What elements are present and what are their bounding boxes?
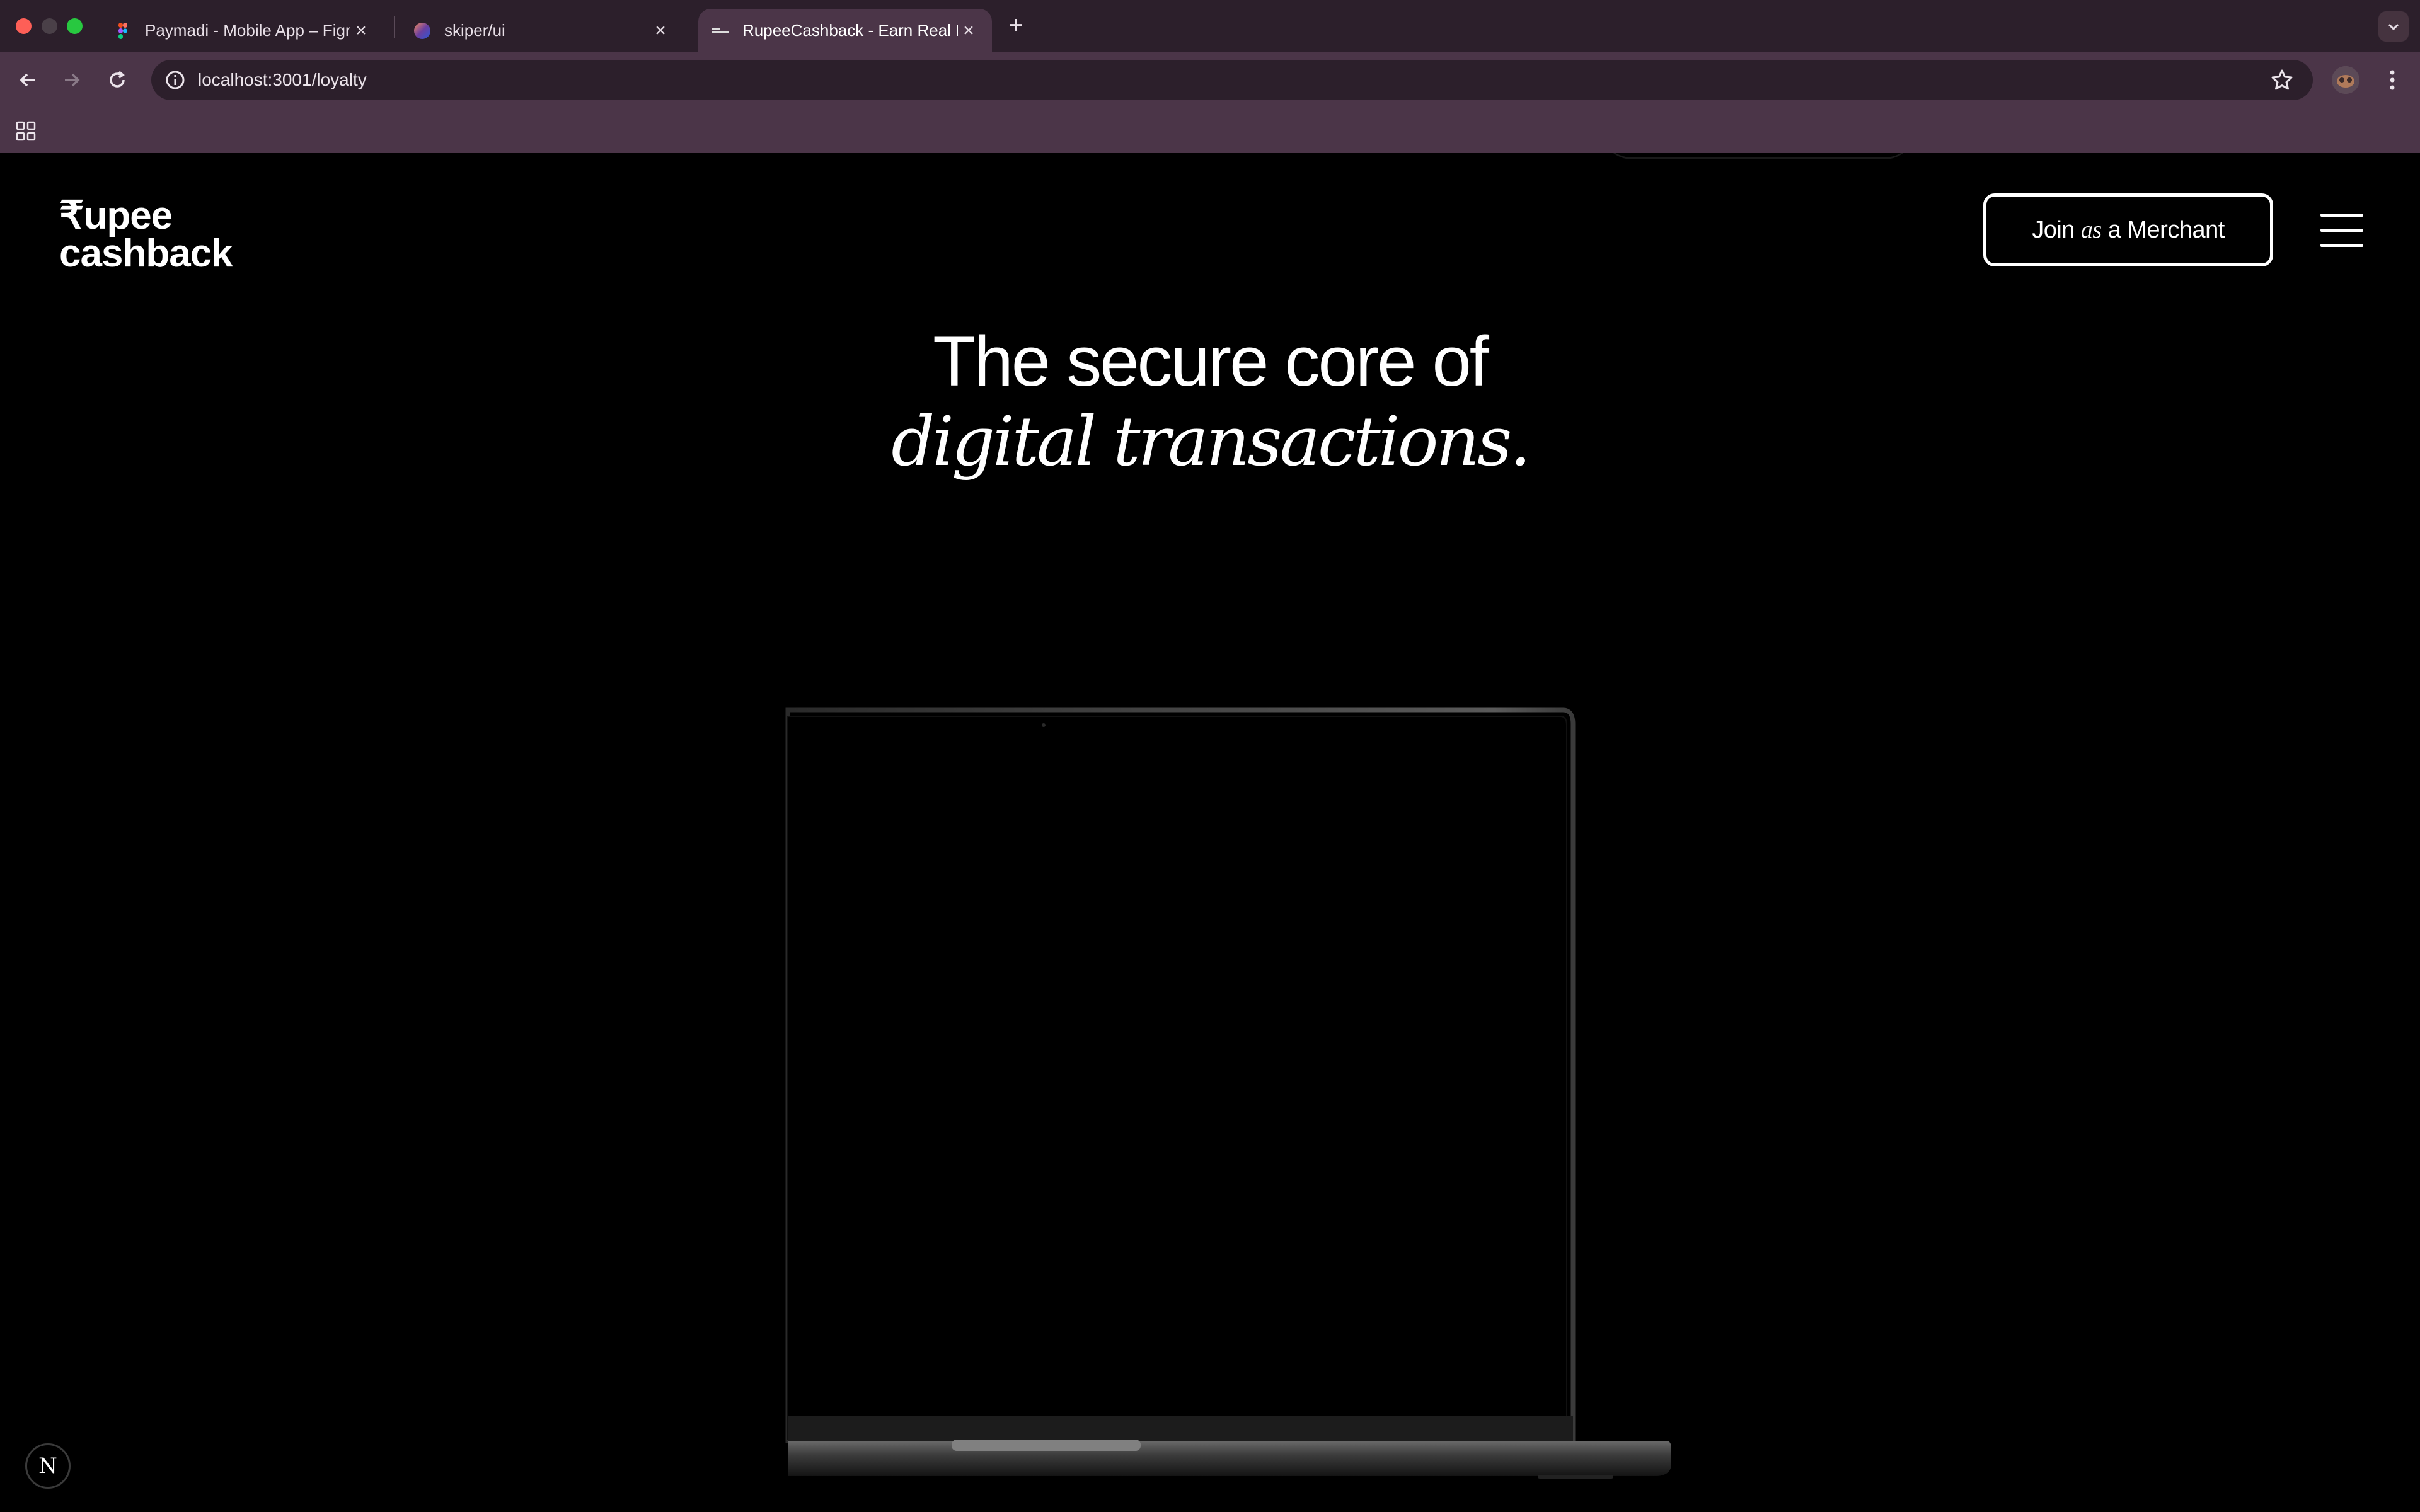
rupeecashback-logo[interactable]: ₹upee cashback	[59, 193, 261, 275]
tab-rupeecashback[interactable]: RupeeCashback - Earn Real Money ×	[698, 9, 992, 52]
profile-avatar[interactable]	[2332, 66, 2360, 94]
close-tab-icon[interactable]: ×	[350, 20, 372, 42]
more-vertical-icon	[2390, 70, 2395, 90]
browser-toolbar: localhost:3001/loyalty	[0, 52, 2420, 108]
camera-dot	[1042, 723, 1046, 727]
minimize-window-button[interactable]	[42, 18, 57, 34]
close-tab-icon[interactable]: ×	[958, 20, 979, 42]
apps-grid-icon[interactable]	[15, 120, 37, 142]
chevron-down-icon	[2388, 23, 2399, 31]
tab-search-button[interactable]	[2378, 11, 2409, 42]
back-button[interactable]	[11, 64, 44, 96]
merchant-button-post: a Merchant	[2107, 216, 2225, 243]
join-merchant-button[interactable]: Join as a Merchant	[1983, 193, 2273, 266]
tab-skiper[interactable]: skiper/ui ×	[400, 9, 684, 52]
skiper-icon	[414, 22, 430, 39]
logo-line1: ₹upee	[59, 194, 172, 238]
page-viewport: ₹upee cashback Join as a Merchant The se…	[0, 153, 2420, 1512]
url-text: localhost:3001/loyalty	[198, 70, 367, 89]
laptop-illustration	[785, 707, 1671, 1479]
close-tab-icon[interactable]: ×	[650, 20, 671, 42]
new-tab-button[interactable]: +	[1003, 11, 1028, 39]
hero-line2: digital transactions.	[891, 403, 1531, 481]
bookmark-star-icon[interactable]	[2270, 68, 2294, 92]
merchant-button-pre: Join	[2032, 216, 2075, 243]
site-info-icon[interactable]	[164, 69, 187, 91]
reload-icon	[110, 71, 125, 88]
merchant-button-italic: as	[2080, 217, 2102, 243]
logo-line2: cashback	[59, 232, 233, 275]
hero-line1: The secure core of	[933, 322, 1489, 401]
browser-tabstrip: Paymadi - Mobile App – Figma × skiper/ui…	[0, 0, 2420, 52]
bookmarks-bar	[0, 108, 2420, 153]
browser-menu-button[interactable]	[2380, 66, 2405, 94]
hero-heading: The secure core of digital transactions.	[0, 322, 2420, 483]
trackpad-notch	[952, 1440, 1141, 1451]
rupeecashback-icon	[712, 27, 729, 33]
figma-icon	[118, 22, 128, 39]
floating-nav-shadow	[1601, 153, 1916, 159]
hamburger-icon[interactable]	[2320, 212, 2363, 249]
tab-title: RupeeCashback - Earn Real Money	[742, 21, 958, 40]
tab-title: Paymadi - Mobile App – Figma	[145, 21, 350, 40]
forward-arrow-icon	[65, 73, 80, 87]
avatar-icon	[2332, 66, 2360, 94]
nextjs-dev-badge[interactable]: N	[25, 1443, 71, 1489]
tab-separator	[394, 16, 395, 38]
back-arrow-icon	[20, 73, 35, 87]
badge-letter: N	[38, 1453, 57, 1479]
forward-button[interactable]	[55, 64, 88, 96]
tab-title: skiper/ui	[444, 21, 505, 40]
reload-button[interactable]	[101, 64, 134, 96]
close-window-button[interactable]	[16, 18, 32, 34]
address-bar[interactable]: localhost:3001/loyalty	[151, 60, 2313, 100]
tab-paymadi[interactable]: Paymadi - Mobile App – Figma ×	[101, 9, 384, 52]
maximize-window-button[interactable]	[67, 18, 83, 34]
